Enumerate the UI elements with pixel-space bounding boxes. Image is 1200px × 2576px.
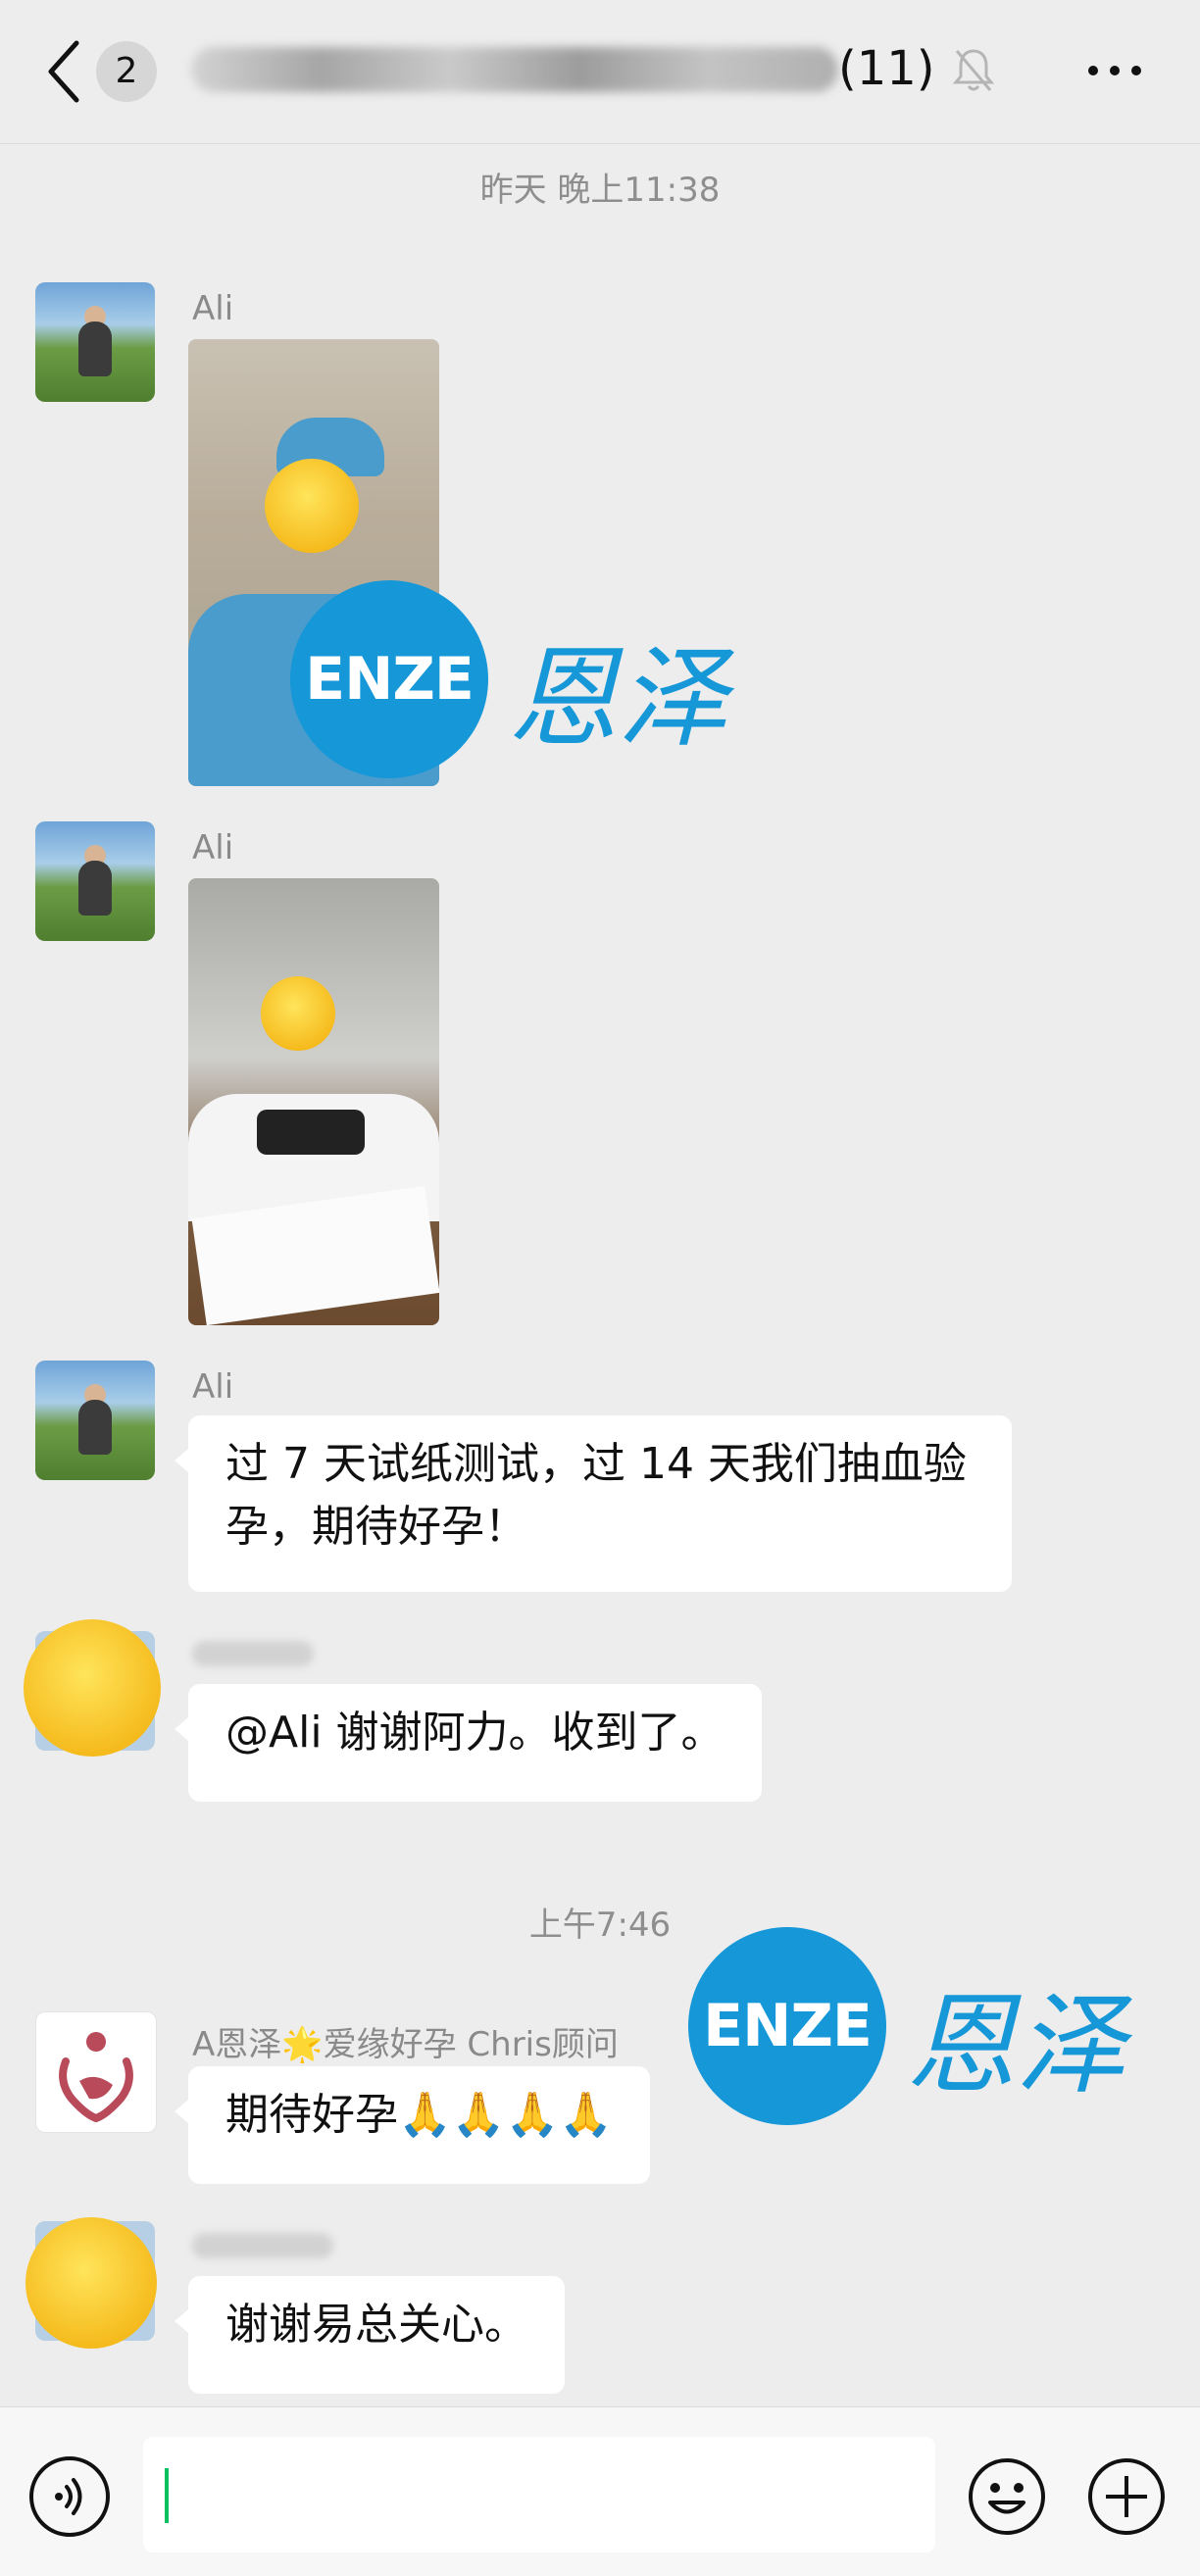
enze-watermark: ENZE 恩泽: [688, 1927, 1139, 2133]
chat-header: 2 (11): [0, 0, 1200, 144]
avatar[interactable]: [35, 282, 155, 402]
mute-bell-icon: [952, 49, 995, 91]
more-dots-icon[interactable]: [1083, 49, 1146, 92]
photo-message[interactable]: [188, 878, 439, 1325]
sender-name-blurred: [192, 2233, 333, 2258]
emoji-icon[interactable]: [967, 2456, 1047, 2537]
text-message-bubble[interactable]: 过 7 天试纸测试，过 14 天我们抽血验孕，期待好孕！: [175, 1415, 1012, 1592]
sender-name: A恩泽🌟爱缘好孕 Chris顾问: [192, 2025, 619, 2064]
avatar[interactable]: [35, 821, 155, 941]
sender-name: Ali: [192, 289, 234, 328]
text-caret: [165, 2468, 169, 2523]
timestamp: 昨天 晚上11:38: [479, 171, 721, 210]
avatar[interactable]: [35, 2011, 157, 2133]
enze-watermark: ENZE 恩泽: [290, 580, 741, 786]
text-message-bubble[interactable]: 期待好孕🙏🙏🙏🙏: [174, 2066, 651, 2184]
unread-count-badge[interactable]: 2: [96, 41, 157, 102]
back-chevron-icon[interactable]: [45, 37, 84, 106]
chat-input-bar: [0, 2406, 1200, 2576]
message-input[interactable]: [143, 2437, 935, 2552]
voice-icon[interactable]: [29, 2456, 110, 2537]
sender-name: Ali: [192, 1367, 234, 1407]
heart-baby-logo-icon: [59, 2032, 133, 2123]
group-member-count: (11): [838, 41, 935, 96]
face-cover-smiley: [24, 1619, 161, 1757]
face-cover-smiley: [25, 2217, 157, 2349]
text-message-bubble[interactable]: @Ali 谢谢阿力。收到了。: [175, 1684, 762, 1802]
plus-icon[interactable]: [1086, 2456, 1167, 2537]
text-message-bubble[interactable]: 谢谢易总关心。: [175, 2276, 565, 2394]
sender-name-blurred: [192, 1641, 314, 1666]
avatar[interactable]: [35, 1361, 155, 1480]
sender-name: Ali: [192, 828, 234, 867]
group-title-blurred: [191, 47, 838, 92]
